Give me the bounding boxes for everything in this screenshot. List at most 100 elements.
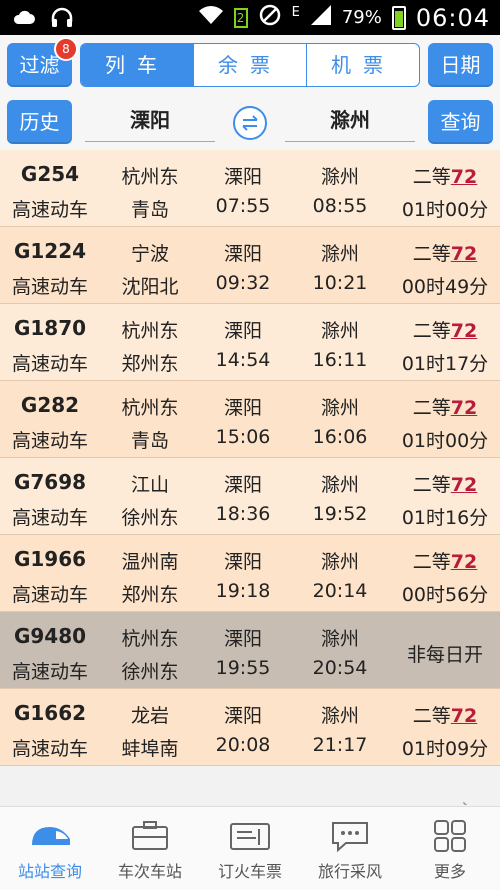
origin-station: 江山: [130, 474, 169, 496]
seat-count-link[interactable]: 72: [451, 551, 477, 573]
train-row[interactable]: G1224 高速动车 宁波 沈阳北 溧阳 09:32 滁州 10:21 二等72 00时49分: [0, 227, 500, 304]
seat-class: 二等: [412, 474, 451, 496]
train-list: G254 高速动车 杭州东 青岛 溧阳 07:55 滁州 08:55 二等72 01时00分 G12…: [0, 150, 500, 766]
train-number: G1966: [13, 547, 87, 571]
destination-station: 郑州东: [121, 584, 179, 606]
tab-station-query[interactable]: 站站查询: [0, 807, 100, 890]
departure-time: 18:36: [215, 503, 271, 525]
tab-remaining-tickets[interactable]: 余票: [193, 44, 306, 86]
briefcase-icon: [132, 821, 168, 850]
train-row[interactable]: G1966 高速动车 温州南 郑州东 溧阳 19:18 滁州 20:14 二等72 00时56分: [0, 535, 500, 612]
seat-count-link[interactable]: 72: [451, 166, 477, 188]
signal-icon: [310, 4, 332, 31]
train-type: 高速动车: [11, 276, 88, 298]
date-button[interactable]: 日期: [428, 43, 493, 87]
seat-count-link[interactable]: 72: [451, 243, 477, 265]
tab-label: 更多: [433, 862, 466, 881]
travel-duration: 01时00分: [401, 430, 489, 452]
origin-station: 杭州东: [121, 166, 179, 188]
chat-icon: [332, 822, 368, 853]
seat-count-link[interactable]: 72: [451, 705, 477, 727]
train-number: G1662: [13, 701, 87, 725]
departure-time: 19:18: [215, 580, 271, 602]
weather-icon: [12, 8, 36, 30]
train-row[interactable]: G9480 高速动车 杭州东 徐州东 溧阳 19:55 滁州 20:54 非每日开: [0, 612, 500, 689]
tab-book-tickets[interactable]: 订火车票: [200, 807, 300, 890]
train-type: 高速动车: [11, 661, 88, 683]
departure-station: 溧阳: [223, 320, 262, 342]
filter-button[interactable]: 过滤 8: [7, 37, 78, 87]
departure-time: 15:06: [215, 426, 271, 448]
mode-segmented-control: 列车 余票 机票: [80, 43, 420, 87]
tab-train-station[interactable]: 车次车站: [100, 807, 200, 890]
origin-station: 宁波: [130, 243, 169, 265]
sim-icon: 2: [233, 7, 248, 28]
arrival-station: 滁州: [320, 320, 359, 342]
arrival-station: 滁州: [320, 243, 359, 265]
tab-more[interactable]: 更多: [400, 807, 500, 890]
seat-count-link[interactable]: 72: [451, 474, 477, 496]
search-toolbar: 过滤 8 列车 余票 机票 日期 历史 溧阳 滁州 查询: [0, 35, 500, 150]
travel-duration: 01时17分: [401, 353, 489, 375]
from-station-field[interactable]: 溧阳: [85, 101, 215, 142]
departure-time: 14:54: [215, 349, 271, 371]
destination-station: 郑州东: [121, 353, 179, 375]
seat-class: 二等: [412, 320, 451, 342]
destination-station: 徐州东: [121, 507, 179, 529]
origin-station: 温州南: [121, 551, 179, 573]
seat-availability: 二等72: [390, 239, 500, 266]
seat-availability: 二等72: [390, 162, 500, 189]
blocked-icon: [258, 3, 282, 32]
train-row[interactable]: G7698 高速动车 江山 徐州东 溧阳 18:36 滁州 19:52 二等72 01时16分: [0, 458, 500, 535]
status-bar: 2 E 79% 06:04: [0, 0, 500, 35]
train-row[interactable]: G1870 高速动车 杭州东 郑州东 溧阳 14:54 滁州 16:11 二等72 01时17分: [0, 304, 500, 381]
seat-count-link[interactable]: 72: [451, 320, 477, 342]
train-number: G1224: [13, 239, 87, 263]
headphones-icon: [50, 6, 74, 32]
seat-availability: 二等72: [390, 701, 500, 728]
travel-duration: 00时49分: [401, 276, 489, 298]
filter-label: 过滤: [19, 53, 60, 77]
query-button[interactable]: 查询: [428, 100, 493, 144]
seat-class: 二等: [412, 166, 451, 188]
train-type: 高速动车: [11, 584, 88, 606]
tab-label: 车次车站: [117, 862, 182, 881]
train-icon: [32, 827, 70, 845]
arrival-station: 滁州: [320, 397, 359, 419]
origin-station: 杭州东: [121, 397, 179, 419]
departure-time: 20:08: [215, 734, 271, 756]
destination-station: 青岛: [130, 199, 169, 221]
seat-availability: 二等72: [390, 393, 500, 420]
arrival-time: 20:14: [312, 580, 368, 602]
arrival-station: 滁州: [320, 166, 359, 188]
tab-travel[interactable]: 旅行采风: [300, 807, 400, 890]
tab-flights[interactable]: 机票: [306, 44, 419, 86]
train-row[interactable]: G254 高速动车 杭州东 青岛 溧阳 07:55 滁州 08:55 二等72 01时00分: [0, 150, 500, 227]
not-daily-note: 非每日开: [406, 644, 483, 666]
train-type: 高速动车: [11, 738, 88, 760]
train-row[interactable]: G1662 高速动车 龙岩 蚌埠南 溧阳 20:08 滁州 21:17 二等72 01时09分: [0, 689, 500, 766]
seat-availability: 二等72: [390, 470, 500, 497]
chevron-right-icon: ›: [461, 794, 470, 805]
swap-icon: [242, 115, 258, 131]
departure-station: 溧阳: [223, 705, 262, 727]
more-link[interactable]: ›: [0, 770, 500, 805]
train-number: G254: [20, 162, 80, 186]
arrival-time: 19:52: [312, 503, 368, 525]
train-row[interactable]: G282 高速动车 杭州东 青岛 溧阳 15:06 滁州 16:06 二等72 01时00分: [0, 381, 500, 458]
network-type: E: [291, 5, 300, 20]
swap-stations-button[interactable]: [233, 106, 267, 140]
arrival-time: 16:11: [312, 349, 368, 371]
to-station-field[interactable]: 滁州: [285, 101, 415, 142]
history-button[interactable]: 历史: [7, 100, 72, 144]
tab-train[interactable]: 列车: [81, 44, 193, 86]
destination-station: 徐州东: [121, 661, 179, 683]
clock: 06:04: [415, 3, 490, 32]
departure-time: 07:55: [215, 195, 271, 217]
travel-duration: 01时16分: [401, 507, 489, 529]
seat-count-link[interactable]: 72: [451, 397, 477, 419]
departure-station: 溧阳: [223, 397, 262, 419]
arrival-time: 20:54: [312, 657, 368, 679]
arrival-time: 10:21: [312, 272, 368, 294]
arrival-time: 21:17: [312, 734, 368, 756]
